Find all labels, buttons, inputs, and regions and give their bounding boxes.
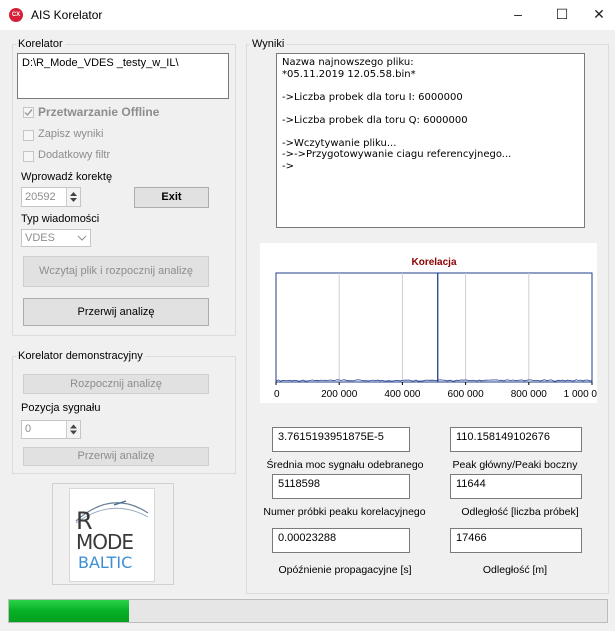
avg-power-label: Średnia moc sygnału odebranego — [266, 459, 424, 471]
message-type-select[interactable]: VDES — [21, 229, 91, 247]
log-textbox[interactable]: Nazwa najnowszego pliku: *05.11.2019 12.… — [276, 53, 585, 228]
demo-start-button[interactable]: Rozpocznij analizę — [23, 374, 209, 394]
chart-title: Korelacja — [411, 257, 456, 268]
peak-ratio-label: Peak główny/Peaki boczny — [452, 459, 578, 471]
check-icon — [24, 109, 33, 117]
spin-arrows-icon[interactable] — [66, 421, 80, 438]
rmode-baltic-logo: R MODE BALTIC — [69, 488, 155, 582]
distance-samples-value: 11644 — [450, 474, 582, 499]
window-title: AIS Korelator — [31, 8, 103, 22]
signal-position-label: Pozycja sygnału — [21, 402, 101, 414]
chevron-down-icon — [77, 235, 87, 241]
chart-x-tick-label: 600 000 — [448, 389, 485, 400]
save-results-checkbox[interactable] — [23, 130, 34, 141]
path-textbox[interactable]: D:\R_Mode_VDES _testy_w_IL\ — [17, 53, 229, 99]
save-results-label: Zapisz wyniki — [38, 128, 104, 140]
peak-sample-label: Numer próbki peaku korelacyjnego — [263, 506, 426, 518]
maximize-button[interactable]: ☐ — [552, 6, 572, 23]
extra-filter-label: Dodatkowy filtr — [38, 149, 111, 161]
title-bar: CX AIS Korelator – ☐ ✕ — [0, 0, 615, 30]
distance-meters-label: Odległość [m] — [482, 564, 548, 576]
peak-ratio-value: 110.158149102676 — [450, 427, 582, 452]
chart-x-tick-label: 1 000 0 — [564, 389, 597, 400]
correction-value: 20592 — [25, 191, 56, 203]
propagation-delay-label: Opóźnienie propagacyjne [s] — [278, 564, 412, 576]
app-icon: CX — [9, 8, 23, 22]
demo-stop-button[interactable]: Przerwij analizę — [23, 447, 209, 466]
wyniki-group-label: Wyniki — [250, 38, 287, 50]
close-button[interactable]: ✕ — [589, 6, 609, 23]
chart-plot-area — [275, 272, 593, 383]
correlation-chart: Korelacja 0 200 000 400 000 600 000 800 000 1 … — [260, 243, 597, 403]
signal-position-value: 0 — [25, 423, 32, 435]
spin-up-down-icon — [70, 192, 77, 202]
signal-position-spinbox[interactable]: 0 — [21, 420, 81, 439]
correction-label: Wprowadź korektę — [21, 171, 113, 183]
korelator-group-label: Korelator — [16, 38, 65, 50]
load-file-button[interactable]: Wczytaj plik i rozpocznij analizę — [23, 256, 209, 287]
avg-power-value: 3.7615193951875E-5 — [272, 427, 410, 452]
distance-samples-label: Odległość [liczba próbek] — [461, 506, 579, 518]
peak-sample-value: 5118598 — [272, 474, 410, 499]
spin-arrows-icon[interactable] — [66, 188, 80, 206]
chart-svg: Korelacja 0 200 000 400 000 600 000 800 000 1 … — [274, 257, 597, 400]
chart-x-tick-label: 800 000 — [511, 389, 548, 400]
progress-bar — [8, 599, 608, 623]
distance-meters-value: 17466 — [450, 528, 582, 553]
logo-frame: R MODE BALTIC — [52, 483, 174, 585]
exit-button[interactable]: Exit — [134, 187, 209, 208]
demo-group-label: Korelator demonstracyjny — [16, 350, 145, 362]
path-text: D:\R_Mode_VDES _testy_w_IL\ — [22, 57, 179, 69]
logo-mode-text: MODE — [76, 530, 134, 554]
extra-filter-checkbox[interactable] — [23, 151, 34, 162]
message-type-value: VDES — [25, 232, 55, 244]
chart-x-tick-label: 0 — [274, 389, 280, 400]
stop-analysis-button[interactable]: Przerwij analizę — [23, 298, 209, 326]
logo-baltic-text: BALTIC — [78, 553, 133, 572]
chart-x-tick-label: 400 000 — [384, 389, 421, 400]
offline-checkbox[interactable] — [23, 107, 34, 118]
propagation-delay-value: 0.00023288 — [272, 528, 410, 553]
message-type-label: Typ wiadomości — [21, 213, 100, 225]
correction-spinbox[interactable]: 20592 — [21, 187, 81, 207]
minimize-button[interactable]: – — [508, 6, 528, 22]
offline-label: Przetwarzanie Offline — [38, 105, 160, 119]
chart-x-tick-label: 200 000 — [321, 389, 358, 400]
progress-fill — [9, 600, 129, 622]
spin-up-down-icon — [70, 424, 77, 435]
